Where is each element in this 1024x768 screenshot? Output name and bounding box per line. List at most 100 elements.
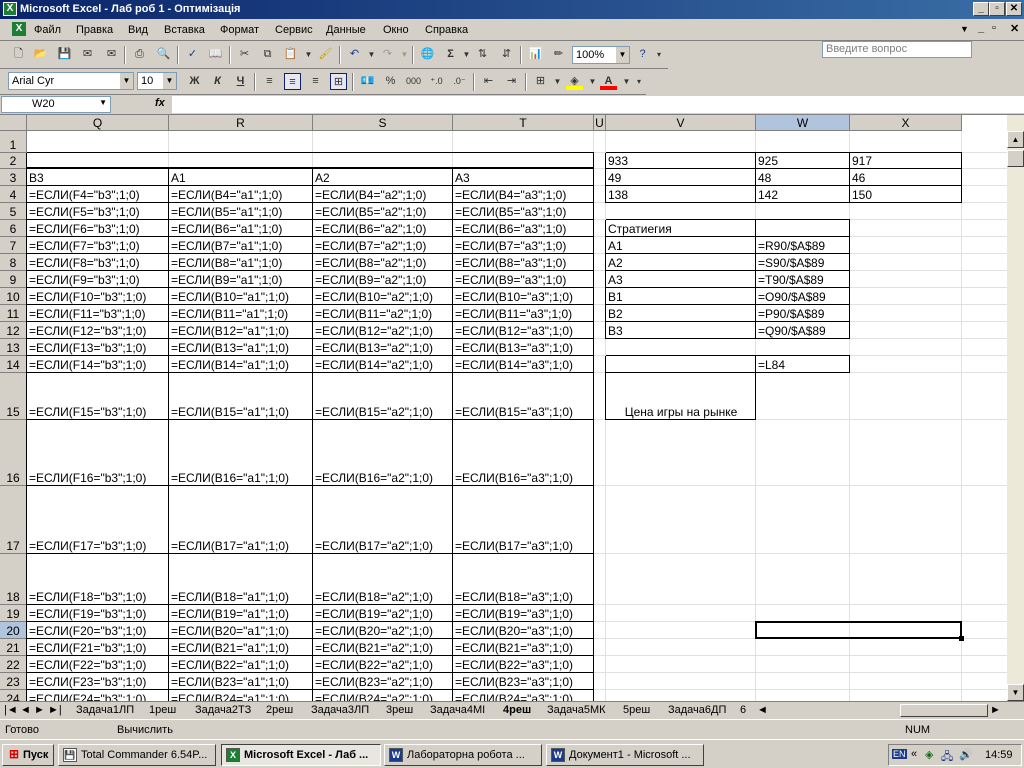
start-button[interactable]: ⊞ Пуск bbox=[2, 744, 54, 766]
cell-v9[interactable]: A3 bbox=[606, 271, 756, 288]
cell-r9[interactable]: =ЕСЛИ(B9="a1";1;0) bbox=[169, 271, 313, 288]
cell-q7[interactable]: =ЕСЛИ(F7="b3";1;0) bbox=[27, 237, 169, 254]
column-header-s[interactable]: S bbox=[313, 115, 453, 131]
row-header-22[interactable]: 22 bbox=[0, 656, 27, 673]
cell-w9[interactable]: =T90/$A$89 bbox=[756, 271, 850, 288]
cell-r7[interactable]: =ЕСЛИ(B7="a1";1;0) bbox=[169, 237, 313, 254]
cell-r11[interactable]: =ЕСЛИ(B11="a1";1;0) bbox=[169, 305, 313, 322]
cell-s24[interactable]: =ЕСЛИ(B24="a2";1;0) bbox=[313, 690, 453, 701]
cell-s12[interactable]: =ЕСЛИ(B12="a2";1;0) bbox=[313, 322, 453, 339]
cell-r10[interactable]: =ЕСЛИ(B10="a1";1;0) bbox=[169, 288, 313, 305]
cell-t19[interactable]: =ЕСЛИ(B19="a3";1;0) bbox=[453, 605, 594, 622]
row-header-24[interactable]: 24 bbox=[0, 690, 27, 701]
formula-input[interactable] bbox=[172, 96, 1024, 113]
row-header-3[interactable]: 3 bbox=[0, 169, 27, 186]
open-icon[interactable]: 📂 bbox=[32, 46, 49, 63]
cell-s17[interactable]: =ЕСЛИ(B17="a2";1;0) bbox=[313, 486, 453, 554]
increase-decimal-icon[interactable]: ⁺.0 bbox=[428, 73, 445, 90]
spreadsheet-grid[interactable]: Q R S T U V W X 1 2 3 4 5 6 7 8 9 10 11 12 13 14 15 16 17 18 19 20 2… bbox=[0, 115, 1007, 701]
menu-edit[interactable]: Правка bbox=[76, 24, 113, 36]
sort-ascending-icon[interactable]: ⇅ bbox=[474, 46, 491, 63]
cell-v7[interactable]: A1 bbox=[606, 237, 756, 254]
cell-t17[interactable]: =ЕСЛИ(B17="a3";1;0) bbox=[453, 486, 594, 554]
scroll-thumb[interactable] bbox=[1007, 150, 1024, 167]
column-header-u[interactable]: U bbox=[594, 115, 606, 131]
paste-dropdown-icon[interactable]: ▼ bbox=[300, 46, 317, 63]
toolbar-options-icon[interactable]: ▾ bbox=[654, 46, 664, 63]
cell-t10[interactable]: =ЕСЛИ(B10="a3";1;0) bbox=[453, 288, 594, 305]
row-header-7[interactable]: 7 bbox=[0, 237, 27, 254]
menu-window[interactable]: Окно bbox=[383, 24, 409, 36]
cell-v12[interactable]: B3 bbox=[606, 322, 756, 339]
column-header-v[interactable]: V bbox=[606, 115, 756, 131]
cell-s16[interactable]: =ЕСЛИ(B16="a2";1;0) bbox=[313, 420, 453, 486]
cell-s15[interactable]: =ЕСЛИ(B15="a2";1;0) bbox=[313, 373, 453, 420]
font-dropdown-icon[interactable]: ▼ bbox=[120, 73, 133, 89]
restore-button[interactable]: ▫ bbox=[989, 2, 1005, 16]
cell-w8[interactable]: =S90/$A$89 bbox=[756, 254, 850, 271]
zoom-select[interactable]: 100% ▼ bbox=[572, 46, 630, 64]
redo-dropdown-icon[interactable]: ▼ bbox=[396, 46, 413, 63]
cell-t3[interactable]: A3 bbox=[453, 169, 594, 186]
row-header-1[interactable]: 1 bbox=[0, 131, 27, 153]
task-total-commander[interactable]: 💾 Total Commander 6.54P... bbox=[58, 744, 216, 766]
merge-center-icon[interactable]: ⊞ bbox=[330, 73, 347, 90]
cell-r5[interactable]: =ЕСЛИ(B5="a1";1;0) bbox=[169, 203, 313, 220]
cell-q14[interactable]: =ЕСЛИ(F14="b3";1;0) bbox=[27, 356, 169, 373]
cell-q18[interactable]: =ЕСЛИ(F18="b3";1;0) bbox=[27, 554, 169, 605]
cell-s9[interactable]: =ЕСЛИ(B9="a2";1;0) bbox=[313, 271, 453, 288]
doc-restore-button[interactable]: ▫ bbox=[992, 22, 996, 34]
cell-q3[interactable]: B3 bbox=[27, 169, 169, 186]
fill-handle[interactable] bbox=[959, 636, 964, 641]
cell-r19[interactable]: =ЕСЛИ(B19="a1";1;0) bbox=[169, 605, 313, 622]
cell-t12[interactable]: =ЕСЛИ(B12="a3";1;0) bbox=[453, 322, 594, 339]
drawing-icon[interactable]: ✏ bbox=[550, 46, 567, 63]
cell-r8[interactable]: =ЕСЛИ(B8="a1";1;0) bbox=[169, 254, 313, 271]
cell-r16[interactable]: =ЕСЛИ(B16="a1";1;0) bbox=[169, 420, 313, 486]
cell-q10[interactable]: =ЕСЛИ(F10="b3";1;0) bbox=[27, 288, 169, 305]
language-indicator[interactable]: EN bbox=[892, 749, 907, 759]
row-header-11[interactable]: 11 bbox=[0, 305, 27, 322]
column-header-w[interactable]: W bbox=[756, 115, 850, 131]
sheet-tab-4[interactable]: 2реш bbox=[266, 704, 293, 716]
cell-v10[interactable]: B1 bbox=[606, 288, 756, 305]
cell-s10[interactable]: =ЕСЛИ(B10="a2";1;0) bbox=[313, 288, 453, 305]
help-search-input[interactable]: Введите вопрос bbox=[822, 41, 972, 58]
cell-t11[interactable]: =ЕСЛИ(B11="a3";1;0) bbox=[453, 305, 594, 322]
row-header-16[interactable]: 16 bbox=[0, 420, 27, 486]
fx-icon[interactable]: fx bbox=[155, 97, 165, 109]
cell-q5[interactable]: =ЕСЛИ(F5="b3";1;0) bbox=[27, 203, 169, 220]
chart-wizard-icon[interactable]: 📊 bbox=[527, 46, 544, 63]
tray-network-icon[interactable]: 🖧 bbox=[941, 748, 953, 767]
cell-r22[interactable]: =ЕСЛИ(B22="a1";1;0) bbox=[169, 656, 313, 673]
doc-close-button[interactable]: ✕ bbox=[1010, 22, 1019, 35]
cell-q17[interactable]: =ЕСЛИ(F17="b3";1;0) bbox=[27, 486, 169, 554]
cell-q6[interactable]: =ЕСЛИ(F6="b3";1;0) bbox=[27, 220, 169, 237]
cell-r14[interactable]: =ЕСЛИ(B14="a1";1;0) bbox=[169, 356, 313, 373]
cell-t8[interactable]: =ЕСЛИ(B8="a3";1;0) bbox=[453, 254, 594, 271]
print-icon[interactable]: ⎙ bbox=[131, 46, 148, 63]
tray-volume-icon[interactable]: 🔊 bbox=[959, 748, 973, 761]
scroll-up-button[interactable]: ▲ bbox=[1007, 131, 1024, 148]
cell-q24[interactable]: =ЕСЛИ(F24="b3";1;0) bbox=[27, 690, 169, 701]
select-all-corner[interactable] bbox=[0, 115, 27, 131]
cell-v2[interactable]: 933 bbox=[606, 153, 756, 169]
hscroll-left-button[interactable]: ◄ bbox=[757, 704, 768, 716]
align-right-icon[interactable]: ≡ bbox=[307, 73, 324, 90]
cell-r4[interactable]: =ЕСЛИ(B4="a1";1;0) bbox=[169, 186, 313, 203]
tray-expand-icon[interactable]: « bbox=[911, 748, 917, 760]
increase-indent-icon[interactable]: ⇥ bbox=[503, 73, 520, 90]
hscroll-thumb[interactable] bbox=[900, 704, 988, 717]
menu-format[interactable]: Формат bbox=[220, 24, 259, 36]
sheet-tab-7[interactable]: Задача4МІ bbox=[430, 704, 485, 716]
row-header-9[interactable]: 9 bbox=[0, 271, 27, 288]
help-icon[interactable]: ? bbox=[634, 46, 651, 63]
cell-t22[interactable]: =ЕСЛИ(B22="a3";1;0) bbox=[453, 656, 594, 673]
cell-s22[interactable]: =ЕСЛИ(B22="a2";1;0) bbox=[313, 656, 453, 673]
cell-w10[interactable]: =O90/$A$89 bbox=[756, 288, 850, 305]
research-icon[interactable]: 📖 bbox=[207, 46, 224, 63]
next-sheet-button[interactable]: ► bbox=[34, 704, 45, 716]
cell-r24[interactable]: =ЕСЛИ(B24="a1";1;0) bbox=[169, 690, 313, 701]
font-color-icon[interactable]: A bbox=[600, 73, 617, 90]
cell-s19[interactable]: =ЕСЛИ(B19="a2";1;0) bbox=[313, 605, 453, 622]
